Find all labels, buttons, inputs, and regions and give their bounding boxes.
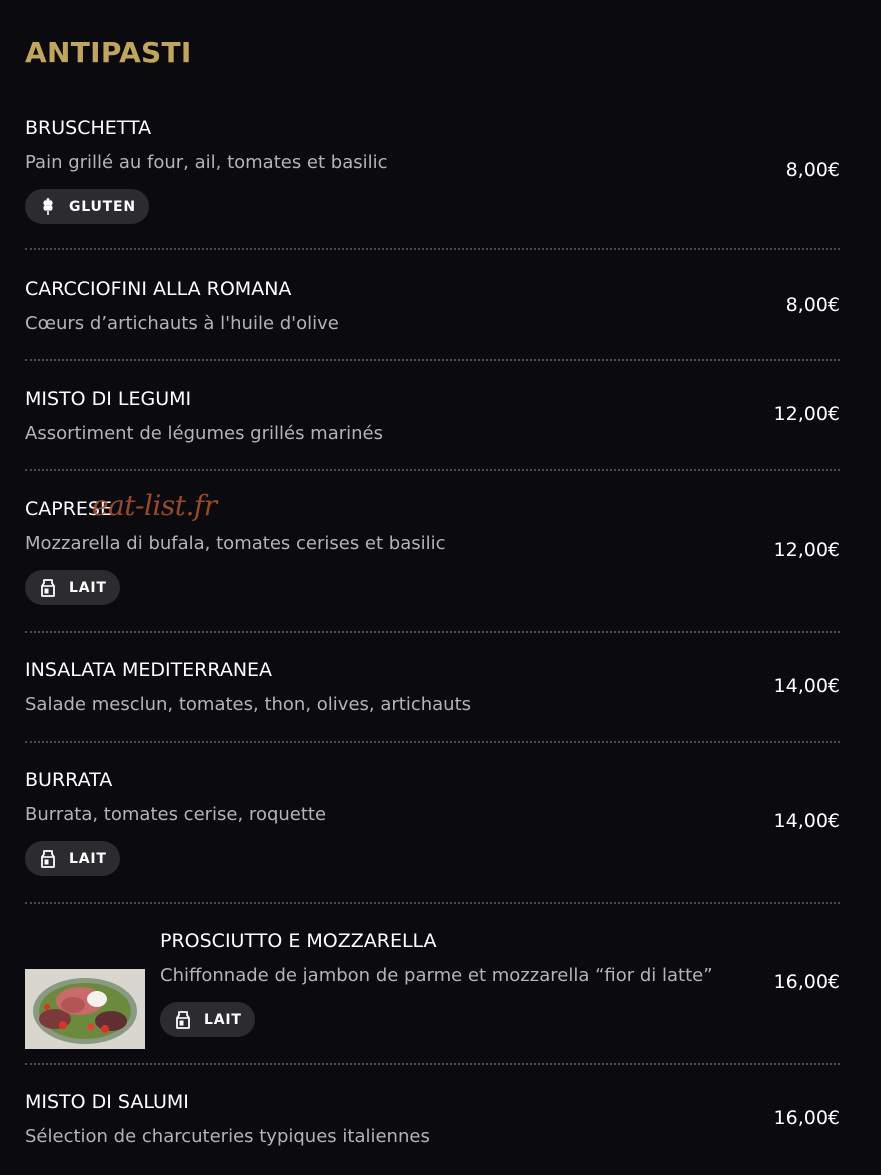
section-title: ANTIPASTI — [25, 36, 192, 69]
allergen-badge-lait: LAIT — [25, 570, 120, 605]
badge-label: GLUTEN — [69, 198, 136, 215]
milk-carton-icon — [41, 849, 55, 868]
menu-item[interactable]: MISTO DI SALUMI Sélection de charcuterie… — [25, 1090, 840, 1160]
menu-item[interactable]: INSALATA MEDITERRANEA Salade mesclun, to… — [25, 658, 840, 743]
item-name: BRUSCHETTA — [25, 117, 152, 139]
item-price: 14,00€ — [773, 675, 840, 697]
item-description: Assortiment de légumes grillés marinés — [25, 423, 384, 444]
item-name: CAPRESE — [25, 498, 112, 520]
watermark: eat-list.fr — [92, 489, 217, 522]
item-description: Chiffonnade de jambon de parme et mozzar… — [160, 965, 713, 986]
item-name: MISTO DI LEGUMI — [25, 388, 192, 410]
item-price: 12,00€ — [773, 403, 840, 425]
milk-carton-icon — [41, 578, 55, 597]
menu-item[interactable]: CARCCIOFINI ALLA ROMANA Cœurs d’artichau… — [25, 277, 840, 361]
item-description: Pain grillé au four, ail, tomates et bas… — [25, 152, 388, 173]
item-description: Burrata, tomates cerise, roquette — [25, 804, 327, 825]
badge-label: LAIT — [69, 579, 107, 596]
item-price: 16,00€ — [773, 1107, 840, 1129]
item-name: MISTO DI SALUMI — [25, 1091, 189, 1113]
allergen-badge-lait: LAIT — [160, 1002, 255, 1037]
item-description: Salade mesclun, tomates, thon, olives, a… — [25, 694, 472, 715]
allergen-badge-gluten: GLUTEN — [25, 189, 149, 224]
item-price: 12,00€ — [773, 539, 840, 561]
dish-thumbnail[interactable] — [25, 969, 145, 1049]
badge-label: LAIT — [204, 1011, 242, 1028]
item-name: INSALATA MEDITERRANEA — [25, 659, 273, 681]
menu-item[interactable]: BURRATA Burrata, tomates cerise, roquett… — [25, 768, 840, 904]
wheat-icon — [43, 197, 53, 215]
item-price: 16,00€ — [773, 971, 840, 993]
item-description: Mozzarella di bufala, tomates cerises et… — [25, 533, 446, 554]
milk-carton-icon — [176, 1010, 190, 1029]
item-description: Cœurs d’artichauts à l'huile d'olive — [25, 313, 339, 334]
item-price: 8,00€ — [785, 294, 840, 316]
item-description: Sélection de charcuteries typiques itali… — [25, 1126, 430, 1147]
item-price: 14,00€ — [773, 810, 840, 832]
menu-item[interactable]: BRUSCHETTA Pain grillé au four, ail, tom… — [25, 116, 840, 250]
item-name: BURRATA — [25, 769, 113, 791]
item-name: CARCCIOFINI ALLA ROMANA — [25, 278, 292, 300]
badge-label: LAIT — [69, 850, 107, 867]
menu-item[interactable]: MISTO DI LEGUMI Assortiment de légumes g… — [25, 387, 840, 471]
allergen-badge-lait: LAIT — [25, 841, 120, 876]
item-name: PROSCIUTTO E MOZZARELLA — [160, 930, 437, 952]
item-price: 8,00€ — [785, 159, 840, 181]
menu-item[interactable]: PROSCIUTTO E MOZZARELLA Chiffonnade de j… — [25, 929, 840, 1065]
